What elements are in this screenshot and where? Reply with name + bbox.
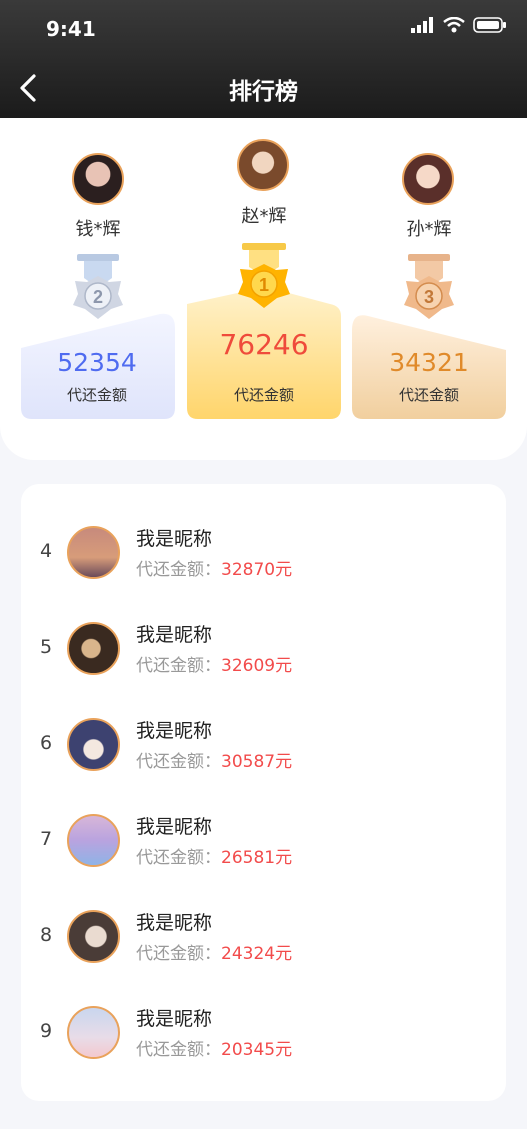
nickname: 我是昵称 [136,1008,213,1030]
rank-number: 8 [40,924,53,946]
page-title: 排行榜 [229,79,298,105]
avatar [67,910,120,963]
label-rank-2: 代还金额 [66,386,127,404]
avatar [67,526,120,579]
name-rank-2: 钱*辉 [75,219,121,240]
amount-line: 代还金额：32870元 [136,555,292,580]
amount-rank-2: 52354 [57,348,137,377]
svg-text:3: 3 [424,287,434,307]
amount-line: 代还金额：32609元 [136,651,292,676]
amount-label: 代还金额： [136,848,221,868]
list-item[interactable]: 7 我是昵称 代还金额：26581元 [21,797,506,893]
rank-number: 4 [40,540,53,562]
rank-number: 6 [40,732,53,754]
svg-text:1: 1 [259,275,269,295]
amount-line: 代还金额：20345元 [136,1035,292,1060]
list-item[interactable]: 4 我是昵称 代还金额：32870元 [21,509,506,605]
amount-label: 代还金额： [136,944,221,964]
status-time: 9:41 [46,17,96,41]
svg-text:2: 2 [93,287,103,307]
avatar [67,1006,120,1059]
amount-value: 20345元 [221,1040,293,1060]
nickname: 我是昵称 [136,720,213,742]
avatar [67,622,120,675]
amount-label: 代还金额： [136,1040,221,1060]
status-icons [411,17,507,33]
avatar-rank-1[interactable] [237,139,289,191]
amount-line: 代还金额：24324元 [136,939,292,964]
label-rank-1: 代还金额 [233,386,294,404]
amount-rank-1: 76246 [219,328,309,361]
amount-value: 30587元 [221,752,293,772]
amount-value: 32609元 [221,656,293,676]
avatar-rank-2[interactable] [72,153,124,205]
avatar [67,718,120,771]
silver-medal-icon: 2 [73,254,123,319]
amount-label: 代还金额： [136,752,221,772]
nickname: 我是昵称 [136,528,213,550]
signal-icon [411,17,433,33]
wifi-icon [443,17,465,33]
nickname: 我是昵称 [136,816,213,838]
battery-icon [473,17,506,33]
amount-rank-3: 34321 [389,348,469,377]
name-rank-1: 赵*辉 [241,206,287,227]
list-item[interactable]: 5 我是昵称 代还金额：32609元 [21,605,506,701]
nav-header: 9:41 排行榜 [0,0,527,118]
list-item[interactable]: 9 我是昵称 代还金额：20345元 [21,989,506,1085]
amount-label: 代还金额： [136,560,221,580]
name-rank-3: 孙*辉 [406,219,452,240]
amount-value: 24324元 [221,944,293,964]
amount-label: 代还金额： [136,656,221,676]
bronze-medal-icon: 3 [404,254,454,319]
top-three-podium: 2 1 3 钱*辉 赵*辉 孙*辉 52354 76246 34321 代还金额… [0,118,527,460]
rank-number: 9 [40,1020,53,1042]
rank-number: 7 [40,828,53,850]
rank-number: 5 [40,636,53,658]
amount-value: 26581元 [221,848,293,868]
avatar [67,814,120,867]
nickname: 我是昵称 [136,912,213,934]
nickname: 我是昵称 [136,624,213,646]
list-item[interactable]: 6 我是昵称 代还金额：30587元 [21,701,506,797]
avatar-rank-3[interactable] [402,153,454,205]
amount-value: 32870元 [221,560,293,580]
ranking-list: 4 我是昵称 代还金额：32870元 5 我是昵称 代还金额：32609元 6 … [21,484,506,1101]
label-rank-3: 代还金额 [398,386,459,404]
list-item[interactable]: 8 我是昵称 代还金额：24324元 [21,893,506,989]
amount-line: 代还金额：30587元 [136,747,292,772]
amount-line: 代还金额：26581元 [136,843,292,868]
